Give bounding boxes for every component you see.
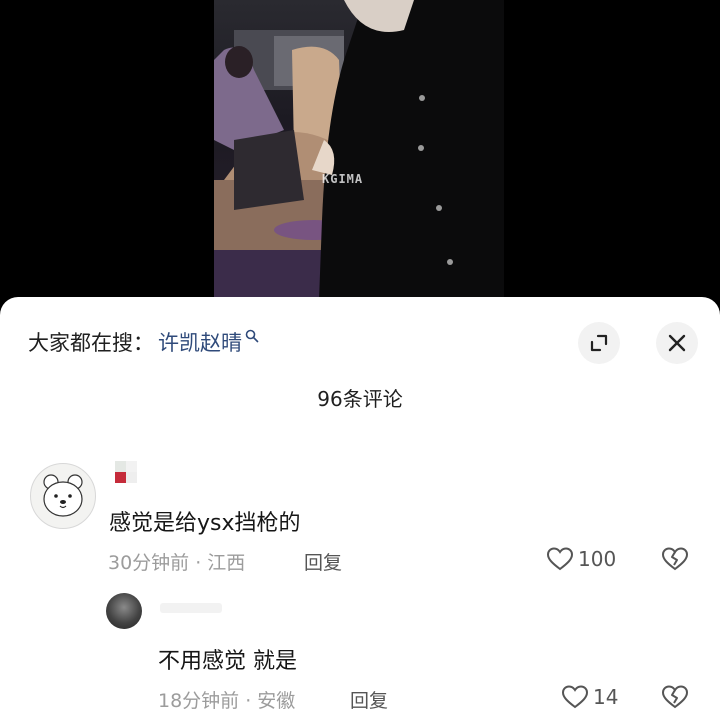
comment-meta: 30分钟前 · 江西	[108, 552, 246, 574]
comments-sheet: 大家都在搜： 许凯赵晴 96条评论 感觉是给ysx挡枪的 30分钟前 · 江西 …	[0, 297, 720, 720]
trending-search-prefix: 大家都在搜：	[28, 331, 154, 355]
heart-icon	[546, 547, 574, 571]
like-count: 100	[578, 547, 617, 571]
video-watermark: KGIMA	[322, 172, 364, 186]
trending-search-bar[interactable]: 大家都在搜： 许凯赵晴	[28, 327, 259, 357]
username-badge-icon	[115, 461, 137, 483]
reply-like-button[interactable]: 14	[561, 684, 618, 710]
reply-like-count: 14	[593, 685, 619, 709]
video-frame[interactable]	[214, 0, 504, 300]
reply-button[interactable]: 回复	[304, 548, 342, 575]
comments-count: 96条评论	[317, 387, 403, 411]
reply-username[interactable]	[160, 603, 222, 613]
close-button[interactable]	[656, 322, 698, 364]
expand-icon	[590, 334, 608, 352]
reply-meta: 18分钟前 · 安徽	[158, 690, 296, 712]
close-icon	[668, 334, 686, 352]
bear-avatar-icon	[43, 474, 83, 517]
search-icon[interactable]	[245, 324, 259, 348]
broken-heart-icon[interactable]	[661, 684, 689, 710]
reply-text: 不用感觉 就是	[158, 649, 297, 674]
trending-search-term[interactable]: 许凯赵晴	[158, 327, 242, 357]
video-still-image	[214, 0, 504, 300]
expand-button[interactable]	[578, 322, 620, 364]
video-player[interactable]: KGIMA	[0, 0, 720, 300]
like-button[interactable]: 100	[546, 546, 616, 572]
avatar[interactable]	[30, 463, 96, 529]
reply-avatar[interactable]	[106, 593, 142, 629]
reply-reply-button[interactable]: 回复	[350, 686, 388, 713]
comment-text: 感觉是给ysx挡枪的	[109, 511, 301, 536]
heart-icon	[561, 685, 589, 709]
broken-heart-icon[interactable]	[661, 546, 689, 572]
